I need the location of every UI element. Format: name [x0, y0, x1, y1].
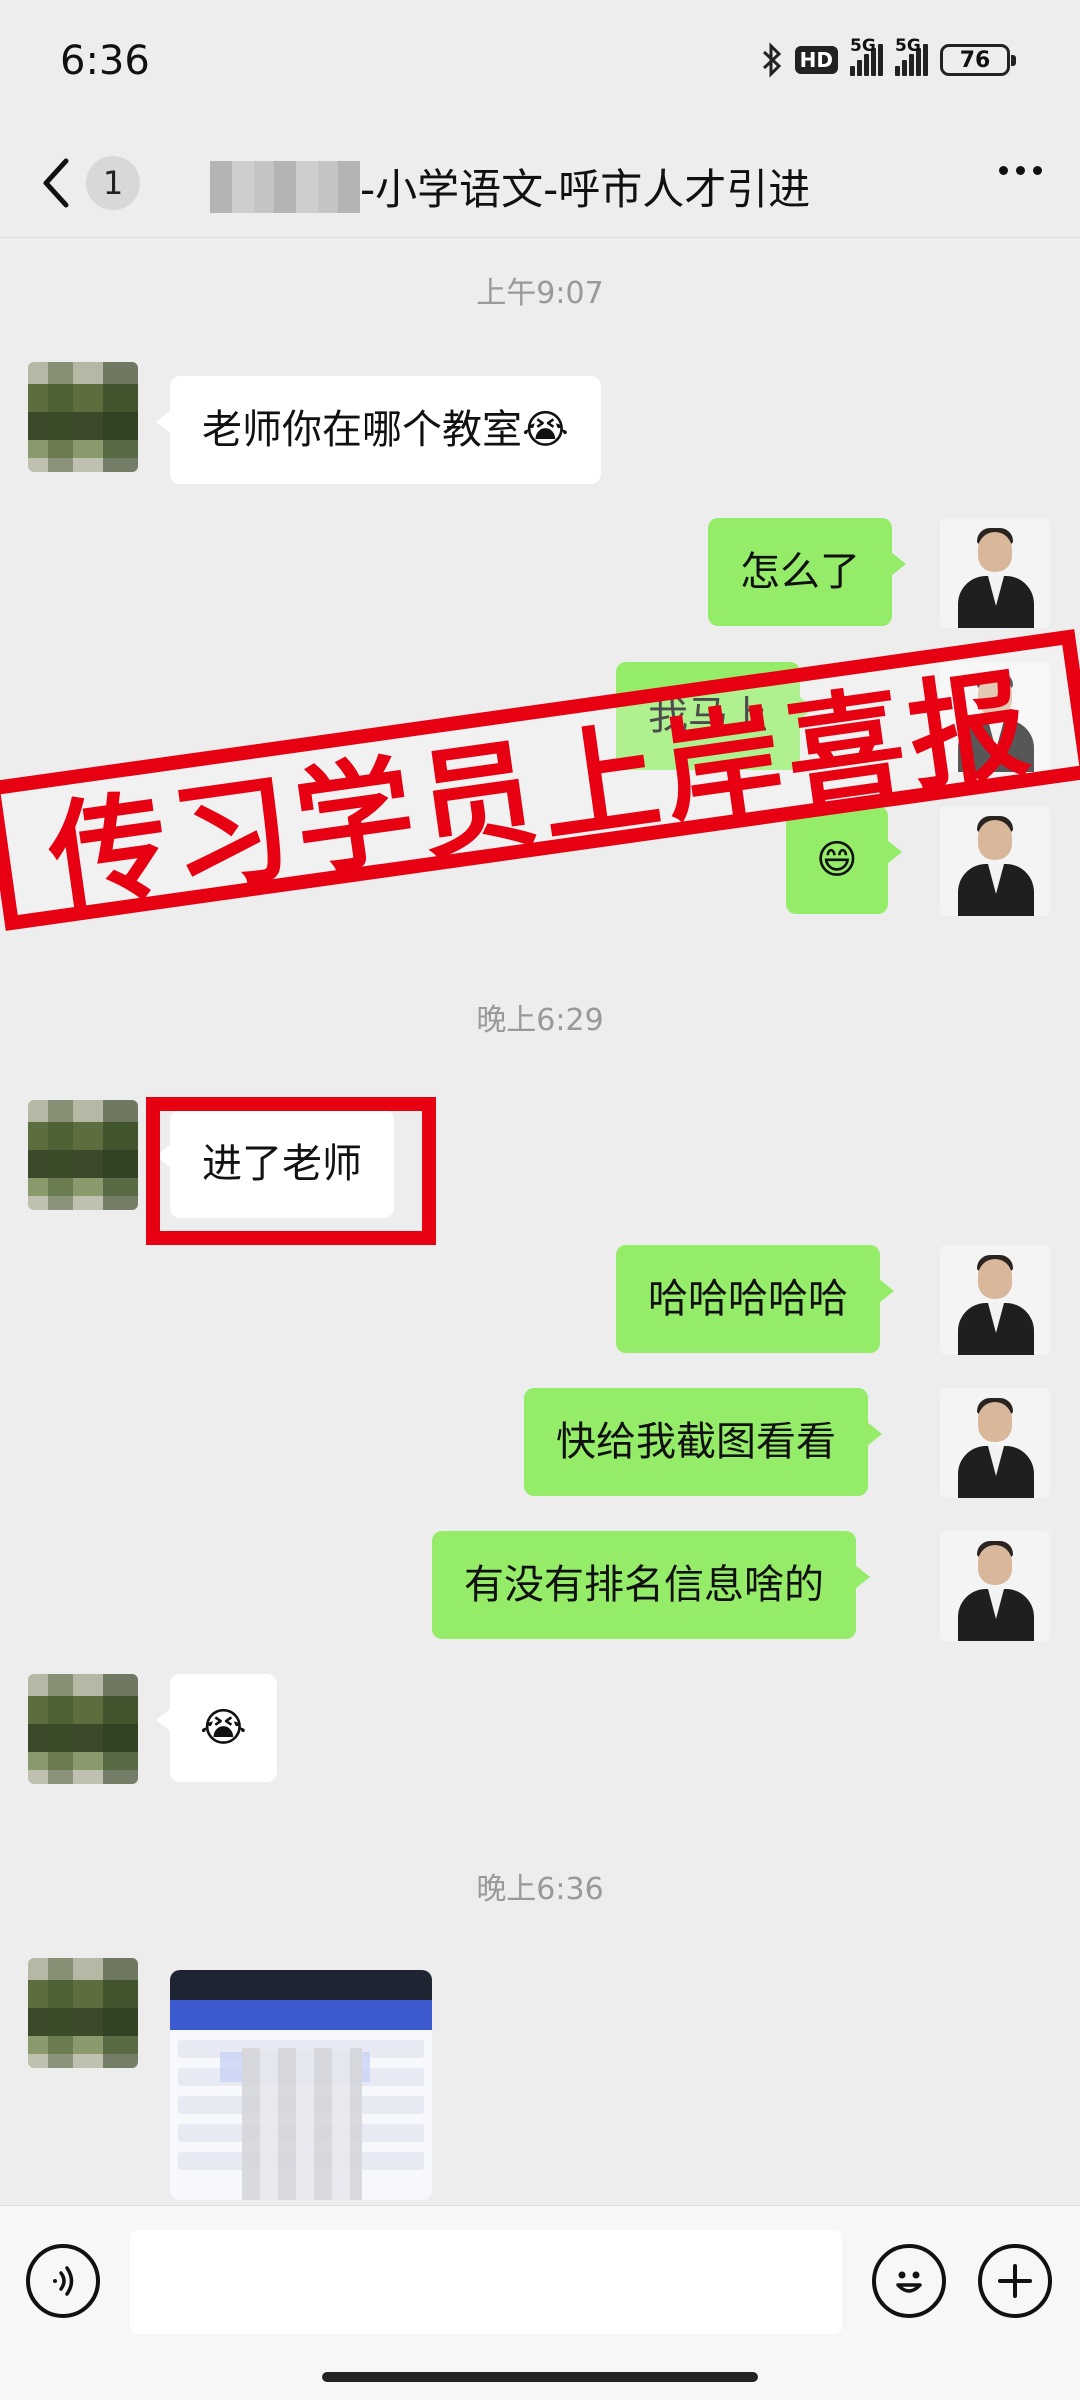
voice-button[interactable]	[26, 2244, 100, 2318]
back-button[interactable]	[40, 150, 90, 216]
stamp-text: 传习学员上岸喜报	[40, 653, 1043, 928]
chat-header: 1 -小学语文-呼市人才引进	[0, 128, 1080, 238]
hd-badge: HD	[794, 46, 838, 74]
message-bubble[interactable]: 哈哈哈哈哈	[616, 1245, 894, 1353]
status-bar: 6:36 HD 5G 5G 76	[0, 0, 1080, 128]
promo-stamp: 传习学员上岸喜报	[0, 629, 1080, 931]
chevron-left-icon	[43, 158, 69, 208]
timestamp: 晚上6:36	[476, 1872, 604, 1907]
home-indicator[interactable]	[322, 2372, 758, 2382]
image-header	[170, 2000, 432, 2030]
message-bubble[interactable]: 😭	[156, 1674, 277, 1782]
message-input[interactable]	[130, 2230, 842, 2334]
contact-avatar[interactable]	[28, 1100, 138, 1210]
status-time: 6:36	[60, 38, 150, 84]
voice-icon	[53, 2266, 74, 2296]
message-bubble[interactable]: 有没有排名信息啥的	[432, 1531, 870, 1639]
more-button[interactable]	[999, 166, 1042, 175]
timestamp: 晚上6:29	[476, 1003, 604, 1038]
more-dot	[1033, 166, 1042, 175]
blurred-name	[210, 160, 360, 213]
plus-button[interactable]	[978, 2244, 1052, 2318]
plus-icon	[998, 2264, 1032, 2298]
chat-title-text: -小学语文-呼市人才引进	[360, 165, 811, 214]
chat-title: -小学语文-呼市人才引进	[210, 156, 810, 217]
highlight-frame	[146, 1097, 436, 1245]
self-avatar[interactable]	[940, 1245, 1050, 1355]
image-mosaic	[242, 2048, 362, 2200]
emoji-icon	[896, 2271, 922, 2293]
bluetooth-icon	[761, 42, 783, 78]
message-bubble[interactable]: 怎么了	[708, 518, 906, 626]
contact-avatar[interactable]	[28, 362, 138, 472]
more-dots-icon	[999, 166, 1008, 175]
timestamp: 上午9:07	[476, 276, 604, 311]
unread-badge[interactable]: 1	[86, 156, 140, 210]
self-avatar[interactable]	[940, 518, 1050, 628]
contact-avatar[interactable]	[28, 1674, 138, 1784]
network-label-2: 5G	[895, 36, 921, 56]
self-avatar[interactable]	[940, 806, 1050, 916]
self-avatar[interactable]	[940, 1531, 1050, 1641]
signal-2-icon: 5G	[895, 36, 928, 76]
image-message[interactable]	[170, 1970, 432, 2200]
more-dot	[1016, 166, 1025, 175]
network-label-1: 5G	[850, 36, 876, 56]
self-avatar[interactable]	[940, 1388, 1050, 1498]
message-bubble[interactable]: 快给我截图看看	[524, 1388, 882, 1496]
contact-avatar[interactable]	[28, 1958, 138, 2068]
battery-indicator: 76	[940, 44, 1016, 76]
signal-1-icon: 5G	[850, 36, 883, 76]
input-bar	[0, 2205, 1080, 2400]
status-icons: HD 5G 5G 76	[761, 36, 1016, 78]
emoji-button[interactable]	[872, 2244, 946, 2318]
message-bubble[interactable]: 老师你在哪个教室😭	[156, 376, 601, 484]
image-topbar	[170, 1970, 432, 2000]
